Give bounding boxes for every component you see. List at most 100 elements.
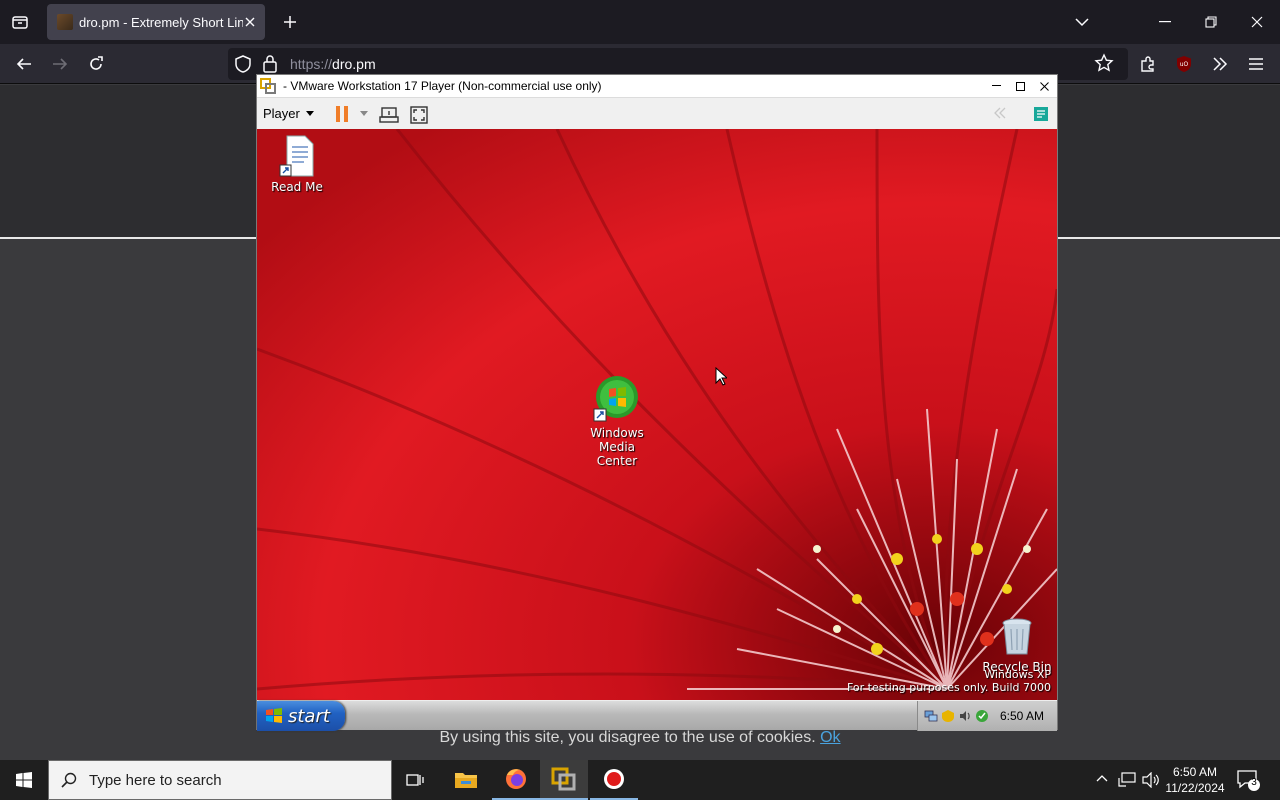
task-view-icon: [406, 774, 424, 786]
power-dropdown-arrow-icon[interactable]: [360, 111, 368, 116]
mouse-cursor-icon: [715, 367, 727, 386]
guest-clock[interactable]: 6:50 AM: [1000, 709, 1044, 723]
ublock-origin-button[interactable]: uO: [1170, 50, 1198, 78]
close-icon: [245, 17, 255, 27]
list-all-tabs-button[interactable]: [1068, 8, 1096, 36]
browser-tab-active[interactable]: dro.pm - Extremely Short Links: [47, 4, 265, 40]
windows-flag-icon: [266, 708, 282, 723]
chevron-down-icon: [1075, 18, 1089, 27]
action-center-button[interactable]: 3: [1236, 768, 1260, 797]
new-tab-button[interactable]: [276, 8, 304, 36]
browser-minimize-button[interactable]: [1142, 0, 1188, 44]
vmware-maximize-button[interactable]: [1009, 76, 1031, 96]
tab-list-button[interactable]: [6, 8, 34, 36]
search-placeholder: Type here to search: [89, 771, 222, 789]
volume-icon[interactable]: [958, 709, 972, 723]
host-taskbar: Type here to search 6:50 AM 11/22/2024 3: [0, 760, 1280, 800]
tab-close-button[interactable]: [243, 15, 257, 29]
cookie-text: By using this site, you disagree to the …: [439, 729, 816, 746]
tab-title: dro.pm - Extremely Short Links: [79, 14, 243, 30]
restore-icon: [1205, 16, 1217, 28]
player-menu-label: Player: [263, 106, 300, 121]
full-screen-icon[interactable]: [409, 105, 429, 125]
back-arrow-icon: [16, 58, 31, 70]
host-search-box[interactable]: Type here to search: [48, 760, 392, 800]
svg-text:uO: uO: [1180, 61, 1189, 68]
guest-system-tray: 6:50 AM: [917, 701, 1057, 731]
app-menu-button[interactable]: [1242, 50, 1270, 78]
vmware-player-window: - VMware Workstation 17 Player (Non-comm…: [256, 74, 1058, 731]
close-icon: [1251, 16, 1263, 28]
back-button[interactable]: [10, 50, 38, 78]
bookmark-star-icon[interactable]: [1094, 53, 1114, 73]
network-icon[interactable]: [924, 709, 938, 723]
lock-icon[interactable]: [262, 54, 278, 74]
security-alert-icon[interactable]: [941, 709, 955, 723]
search-icon: [61, 772, 77, 788]
guest-start-button[interactable]: start: [257, 701, 345, 731]
taskbar-file-explorer[interactable]: [442, 760, 490, 800]
host-time: 6:50 AM: [1172, 765, 1218, 779]
reload-button[interactable]: [82, 50, 110, 78]
notification-count-badge: 3: [1251, 777, 1257, 788]
task-view-button[interactable]: [392, 760, 440, 800]
desktop-icon-recycle-bin[interactable]: Recycle Bin: [977, 617, 1057, 674]
browser-restore-button[interactable]: [1188, 0, 1234, 44]
host-date: 11/22/2024: [1165, 781, 1225, 795]
taskbar-vmware-player[interactable]: [540, 760, 588, 800]
host-start-button[interactable]: [0, 760, 48, 800]
plus-icon: [284, 16, 296, 28]
vmware-minimize-button[interactable]: [985, 76, 1007, 96]
desktop-icon-label: Read Me: [271, 180, 323, 194]
reload-icon: [90, 56, 103, 70]
taskbar-screen-recorder[interactable]: [590, 760, 638, 800]
send-ctrl-alt-del-icon[interactable]: [379, 105, 399, 125]
vmware-titlebar[interactable]: - VMware Workstation 17 Player (Non-comm…: [257, 75, 1057, 97]
url-host: dro.pm: [332, 56, 376, 72]
pause-icon[interactable]: [335, 105, 349, 123]
tracking-protection-shield-icon[interactable]: [234, 54, 252, 74]
desktop-icon-windows-media-center[interactable]: Windows Media Center: [577, 375, 657, 468]
cookie-notice: By using this site, you disagree to the …: [0, 729, 1280, 747]
extensions-button[interactable]: [1134, 50, 1162, 78]
firefox-icon: [506, 769, 526, 789]
vmware-toolbar: Player: [257, 97, 1057, 129]
puzzle-icon: [1141, 56, 1154, 72]
browser-tab-bar: dro.pm - Extremely Short Links: [0, 0, 1280, 44]
desktop-icon-label-line2: Media Center: [596, 440, 638, 468]
windows-logo-icon: [16, 772, 32, 788]
message-log-icon[interactable]: [1033, 106, 1049, 122]
show-hidden-icons-chevron-up-icon[interactable]: [1096, 774, 1108, 782]
double-chevron-right-icon: [1213, 57, 1228, 71]
more-tools-button[interactable]: [1206, 50, 1234, 78]
player-menu-button[interactable]: Player: [263, 106, 314, 121]
watermark-build: For testing purposes only. Build 7000: [846, 681, 1051, 694]
record-icon: [604, 769, 624, 789]
double-chevron-left-icon[interactable]: [993, 106, 1007, 120]
url-scheme: https://: [290, 56, 333, 72]
desktop-icon-read-me[interactable]: Read Me: [257, 135, 337, 194]
minimize-icon: [991, 85, 1001, 86]
host-clock[interactable]: 6:50 AM 11/22/2024: [1160, 764, 1230, 796]
guest-desktop[interactable]: Read Me Windows Media Center Recycle Bin…: [257, 129, 1057, 700]
cookie-ok-link[interactable]: Ok: [820, 729, 840, 746]
guest-taskbar: start 6:50 AM: [257, 700, 1057, 731]
forward-button[interactable]: [46, 50, 74, 78]
defender-shield-icon[interactable]: [975, 709, 989, 723]
recycle-bin-icon: [1002, 618, 1032, 655]
hamburger-menu-icon: [1249, 58, 1263, 70]
start-label: start: [288, 705, 330, 727]
vmware-logo-icon: [551, 767, 576, 791]
dropdown-arrow-icon: [305, 111, 314, 116]
watermark-os: Windows XP: [984, 668, 1051, 681]
tab-list-icon: [12, 16, 28, 29]
close-icon: [1039, 81, 1049, 91]
url-text[interactable]: https://dro.pm: [290, 56, 376, 72]
volume-icon[interactable]: [1142, 772, 1160, 788]
network-icon[interactable]: [1118, 772, 1136, 788]
vmware-logo-icon: [260, 78, 276, 94]
vmware-close-button[interactable]: [1033, 76, 1055, 96]
taskbar-firefox[interactable]: [492, 760, 540, 800]
document-icon: [279, 135, 314, 177]
browser-close-button[interactable]: [1234, 0, 1280, 44]
